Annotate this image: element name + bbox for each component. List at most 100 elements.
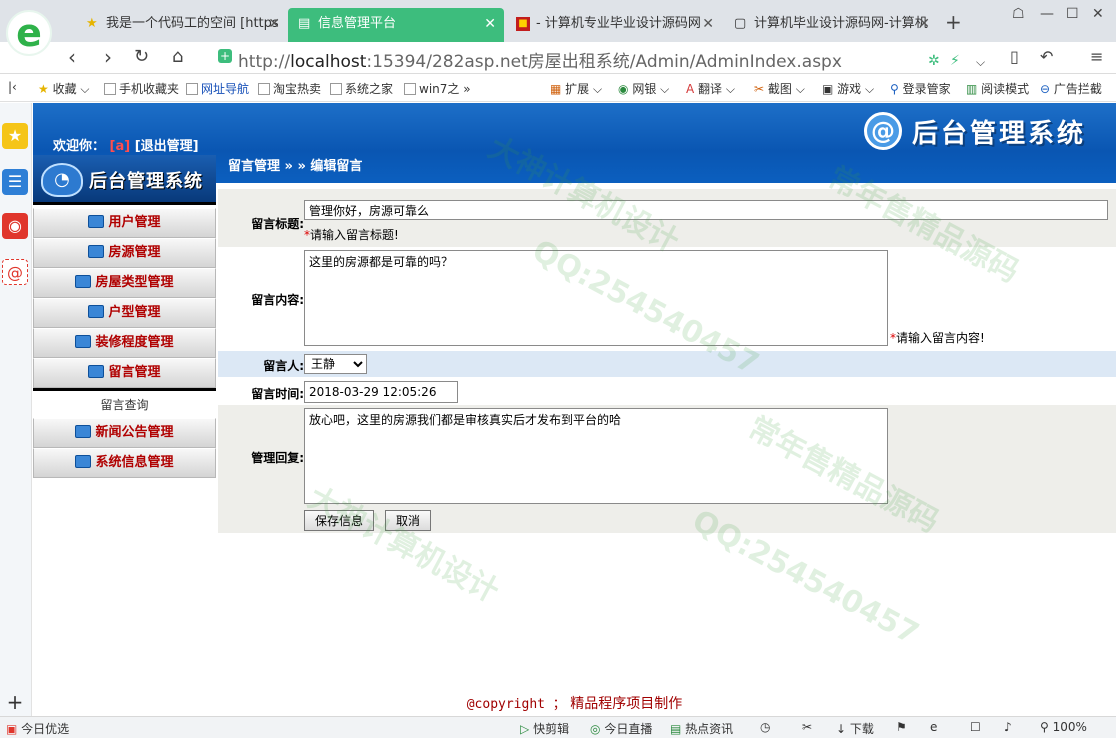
tab-graduation-source-2[interactable]: ▢ 计算机毕业设计源码网-计算机 ✕: [724, 8, 938, 42]
window-icon[interactable]: ☐: [970, 720, 981, 734]
close-icon[interactable]: ✕: [268, 8, 280, 40]
bookmark-translate[interactable]: A 翻译 ⌵: [686, 80, 735, 97]
sidebar-toggle-icon[interactable]: |‹: [8, 80, 17, 94]
sidebar-item-decoration[interactable]: 装修程度管理: [33, 328, 216, 358]
status-item-label: 快剪辑: [533, 722, 570, 736]
sidebar-item-house-type[interactable]: 房屋类型管理: [33, 268, 216, 298]
refresh-icon[interactable]: ↻: [134, 46, 149, 68]
today-picks-label: 今日优选: [21, 722, 70, 736]
security-icon[interactable]: ✲: [928, 50, 940, 72]
sidebar-item-news[interactable]: 新闻公告管理: [33, 418, 216, 448]
reply-textarea[interactable]: 放心吧，这里的房源我们都是审核真实后才发布到平台的哈: [304, 408, 888, 504]
current-user: [a]: [109, 139, 131, 154]
bookmark-label: 登录管家: [902, 82, 951, 96]
tab-info-platform[interactable]: ▤ 信息管理平台 ✕: [288, 8, 504, 42]
close-icon[interactable]: ✕: [484, 8, 496, 40]
mobile-icon[interactable]: ▯: [1010, 46, 1019, 68]
maximize-button[interactable]: ☐: [1066, 6, 1079, 22]
zoom-control[interactable]: ⚲ 100%: [1040, 720, 1087, 734]
today-picks[interactable]: ▣ 今日优选: [6, 720, 69, 737]
content-textarea[interactable]: 这里的房源都是可靠的吗？: [304, 250, 888, 346]
bookmark-label: 手机收藏夹: [119, 82, 180, 96]
status-item-label: 热点资讯: [685, 722, 734, 736]
chevron-down-icon[interactable]: ⌵: [976, 51, 985, 73]
undo-icon[interactable]: ↶: [1040, 46, 1053, 68]
status-live[interactable]: ◎ 今日直播: [590, 720, 652, 737]
weibo-icon[interactable]: ◉: [2, 213, 28, 239]
brand-title: 后台管理系统: [911, 118, 1086, 149]
monitor-icon: [88, 245, 105, 258]
bookmark-bank[interactable]: ◉ 网银 ⌵: [618, 80, 669, 97]
copyright-text: @copyright ；: [466, 697, 566, 712]
sidebar-item-system-info[interactable]: 系统信息管理: [33, 448, 216, 478]
bookmark-label: 扩展: [565, 82, 590, 96]
monitor-icon: [75, 275, 92, 288]
browser-logo[interactable]: e: [6, 10, 52, 56]
minimize-button[interactable]: —: [1040, 6, 1054, 22]
bookmark-bar: |‹ ★ 收藏 ⌵ 手机收藏夹 网址导航 淘宝热卖 系统之家 win7之 » ▦…: [0, 74, 1116, 102]
back-icon[interactable]: ‹: [68, 46, 76, 68]
monitor-icon: [75, 425, 92, 438]
status-news[interactable]: ▤ 热点资讯: [670, 720, 733, 737]
bookmark-login[interactable]: ⚲ 登录管家: [890, 80, 951, 97]
url-field[interactable]: + http://localhost:15394/282asp.net房屋出租系…: [212, 46, 1002, 72]
home-icon[interactable]: ⌂: [172, 46, 183, 68]
status-download[interactable]: ↓ 下载: [836, 720, 874, 737]
admin-page: 欢迎你： [a] [退出管理] @ 后台管理系统 留言管理 » » 编辑留言 ◔…: [33, 103, 1116, 716]
sidebar-item-label: 装修程度管理: [95, 335, 174, 350]
bookmark-reader[interactable]: ▥ 阅读模式: [966, 80, 1029, 97]
menu-icon[interactable]: ≡: [1090, 46, 1103, 68]
person-select[interactable]: 王静: [304, 354, 367, 374]
bookmark-taobao[interactable]: 淘宝热卖: [258, 80, 321, 97]
sidebar-item-message[interactable]: 留言管理: [33, 358, 216, 388]
bookmark-label: 阅读模式: [981, 82, 1030, 96]
history-icon[interactable]: ◷: [760, 720, 770, 734]
mail-icon[interactable]: @: [2, 259, 28, 285]
bookmark-extensions[interactable]: ▦ 扩展 ⌵: [550, 80, 602, 97]
bookmark-mobile[interactable]: 手机收藏夹: [104, 80, 179, 97]
url-prefix: http://: [238, 52, 291, 72]
bookmark-games[interactable]: ▣ 游戏 ⌵: [822, 80, 874, 97]
status-clip[interactable]: ▷ 快剪辑: [520, 720, 569, 737]
title-input[interactable]: [304, 200, 1108, 220]
search-icon: ⚲: [890, 82, 899, 96]
person-row: 留言人: 王静: [218, 351, 1116, 377]
tools-icon[interactable]: ✂: [802, 720, 812, 734]
sidebar-item-house-management[interactable]: 房源管理: [33, 238, 216, 268]
close-window-button[interactable]: ✕: [1092, 6, 1104, 22]
sidebar-item-message-query[interactable]: 留言查询: [33, 388, 216, 418]
ie-icon[interactable]: e: [930, 720, 937, 734]
welcome-label: 欢迎你：: [53, 139, 106, 154]
tab-personal-space[interactable]: ★ 我是一个代码工的空间 [https ✕: [76, 8, 288, 42]
star-icon[interactable]: ★: [2, 123, 28, 149]
sidebar-item-layout[interactable]: 户型管理: [33, 298, 216, 328]
bookmark-adblock[interactable]: ⊖ 广告拦截: [1040, 80, 1102, 97]
new-tab-button[interactable]: +: [945, 10, 962, 34]
speed-icon[interactable]: ⚡: [950, 50, 960, 72]
bookmark-screenshot[interactable]: ✂ 截图 ⌵: [754, 80, 805, 97]
logout-link[interactable]: [退出管理]: [135, 139, 199, 154]
skin-icon[interactable]: ☖: [1012, 6, 1025, 22]
bookmark-nav[interactable]: 网址导航: [186, 80, 249, 97]
bookmark-win7[interactable]: win7之 »: [404, 80, 471, 97]
sidebar-item-user-management[interactable]: 用户管理: [33, 208, 216, 238]
bookmark-xitong[interactable]: 系统之家: [330, 80, 393, 97]
page-icon: [404, 83, 416, 95]
close-icon[interactable]: ✕: [702, 8, 714, 40]
content-hint-text: 请输入留言内容!: [896, 331, 985, 345]
volume-icon[interactable]: ♪: [1004, 720, 1012, 734]
address-bar: ‹ › ↻ ⌂ + http://localhost:15394/282asp.…: [0, 42, 1116, 74]
bookmark-label: 网址导航: [201, 82, 250, 96]
cancel-button[interactable]: 取消: [385, 510, 432, 531]
list-icon[interactable]: ☰: [2, 169, 28, 195]
save-button[interactable]: 保存信息: [304, 510, 375, 531]
add-icon[interactable]: +: [2, 689, 28, 715]
close-icon[interactable]: ✕: [918, 8, 930, 40]
book-icon: ▥: [966, 82, 978, 96]
forward-icon[interactable]: ›: [104, 46, 112, 68]
flag-icon[interactable]: ⚑: [896, 720, 907, 734]
tab-graduation-source[interactable]: ■ - 计算机专业毕业设计源码网 ✕: [506, 8, 722, 42]
bookmark-favorites[interactable]: ★ 收藏 ⌵: [38, 80, 90, 97]
time-input[interactable]: [304, 381, 458, 403]
breadcrumb: 留言管理 » » 编辑留言: [228, 159, 363, 174]
